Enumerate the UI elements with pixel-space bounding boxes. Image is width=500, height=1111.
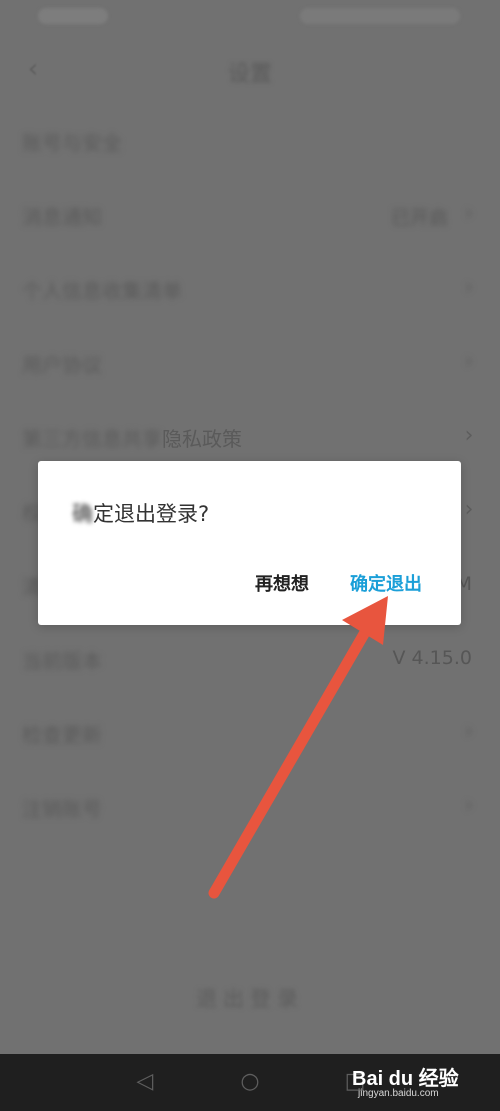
row-label: 个人信息收集清单 [22,279,182,303]
row-value: 已开启 [390,207,448,229]
screen: ‹ 设置 账号与安全 消息通知 已开启 › 个人信息收集清单 › 用户协议 › … [0,0,500,1111]
dialog-message-text: 定退出登录? [93,502,210,526]
confirm-logout-button[interactable]: 确定退出 [350,570,422,596]
baidu-watermark-logo: Bai du 经验 jingyan.baidu.com [352,1060,472,1106]
page-title: 设置 [227,62,272,87]
chevron-right-icon: › [464,423,474,448]
triangle-back-icon[interactable]: ◁ [130,1067,160,1097]
settings-row-check-update[interactable]: 检查更新 › [0,697,500,771]
dialog-message: 确定退出登录? [72,498,209,528]
row-label: 第三方信息共享隐私政策 [22,423,242,452]
row-label-clear: 隐私政策 [162,427,242,451]
settings-row-version: 当前版本 V 4.15.0 [0,623,500,697]
chevron-right-icon: › [464,201,474,226]
version-value: V 4.15.0 [392,647,472,669]
row-label-blurred: 第三方信息共享 [22,427,162,451]
status-icons [300,8,460,24]
settings-row-user-agreement[interactable]: 用户协议 › [0,327,500,401]
row-label: 注销账号 [22,797,102,821]
chevron-right-icon: › [464,349,474,374]
logout-confirm-dialog: 确定退出登录? 再想想 确定退出 [38,461,461,625]
chevron-right-icon: › [464,793,474,818]
row-label: 当前版本 [22,649,102,673]
status-time [38,8,108,24]
circle-home-icon[interactable]: ○ [235,1067,265,1097]
settings-row-info-list[interactable]: 个人信息收集清单 › [0,253,500,327]
settings-row-notifications[interactable]: 消息通知 已开启 › [0,179,500,253]
row-label: 检查更新 [22,723,102,747]
settings-row-account-security[interactable]: 账号与安全 [0,105,500,179]
watermark-main: Bai du 经验 [352,1068,459,1090]
chevron-right-icon: › [464,719,474,744]
row-label: 账号与安全 [22,131,122,155]
chevron-right-icon: › [464,497,474,522]
status-bar [0,0,500,36]
logout-button[interactable]: 退出登录 [0,983,500,1013]
cancel-button[interactable]: 再想想 [255,570,309,596]
row-label: 消息通知 [22,205,102,229]
header: ‹ 设置 [0,48,500,92]
chevron-right-icon: › [464,275,474,300]
dialog-message-blurred: 确 [72,502,93,526]
watermark-sub: jingyan.baidu.com [358,1088,439,1099]
row-label: 用户协议 [22,353,102,377]
settings-row-delete-account[interactable]: 注销账号 › [0,771,500,845]
navigation-bar: ◁ ○ □ Bai du 经验 jingyan.baidu.com [0,1054,500,1111]
